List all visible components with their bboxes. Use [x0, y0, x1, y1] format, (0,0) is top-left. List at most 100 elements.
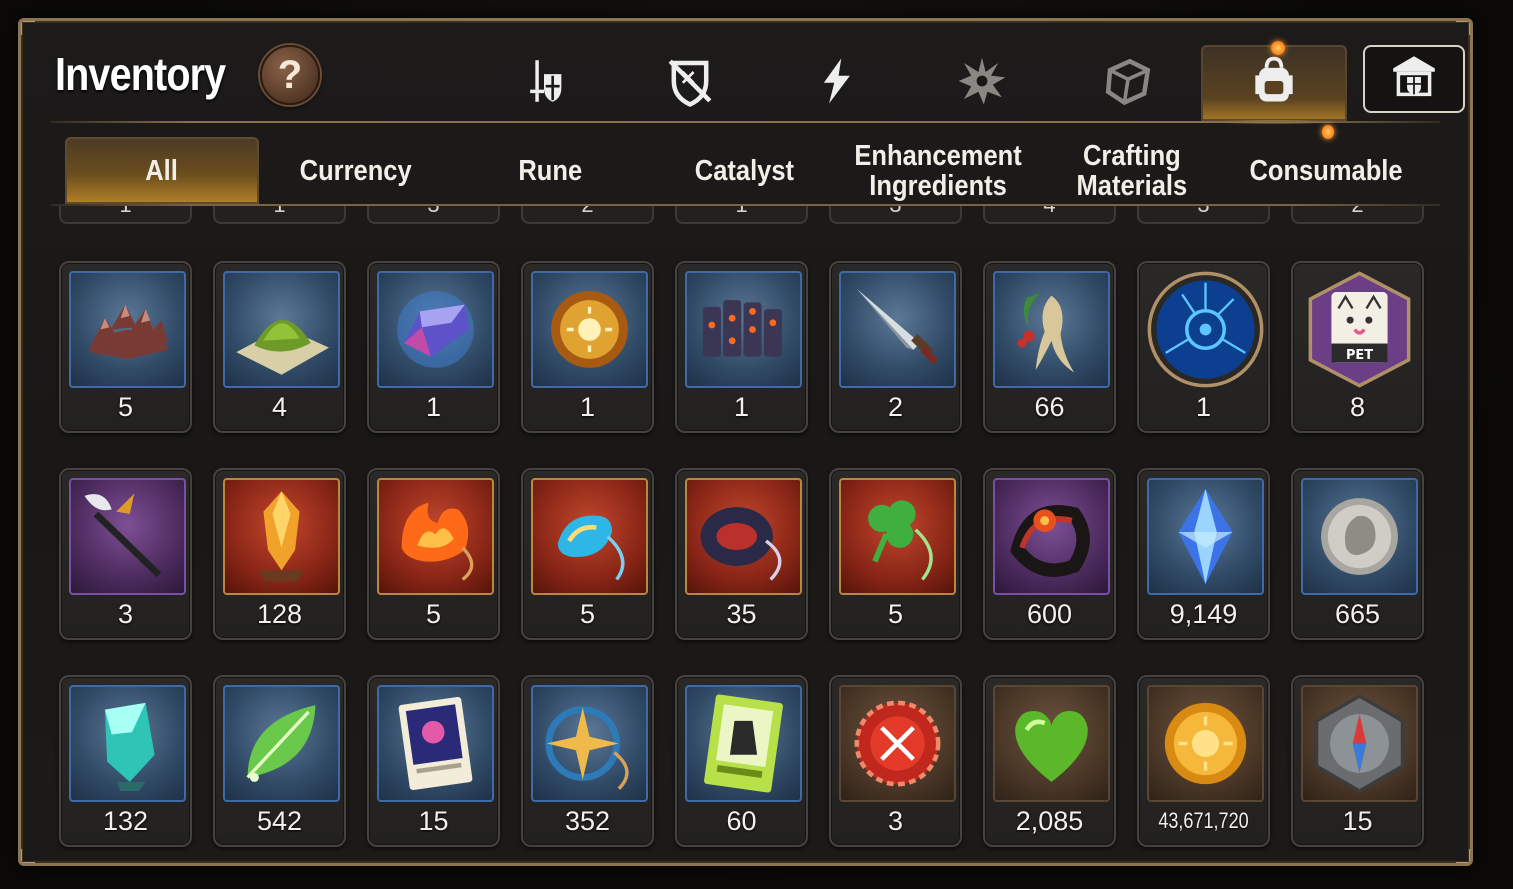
- item-slot[interactable]: 132: [59, 675, 192, 847]
- item-row: 132 542 15 352 60 3 2,085 43,671,720 15: [59, 675, 1424, 847]
- item-slot[interactable]: 5: [521, 468, 654, 640]
- item-slot[interactable]: 128: [213, 468, 346, 640]
- item-count: 1: [1195, 392, 1212, 422]
- item-slot[interactable]: 352: [521, 675, 654, 847]
- item-slot[interactable]: 1: [521, 261, 654, 433]
- burst-icon: [955, 54, 1009, 113]
- tab-rune[interactable]: Rune: [453, 137, 647, 204]
- item-slot[interactable]: 15: [367, 675, 500, 847]
- nav-tab-guild-shield[interactable]: [1363, 45, 1465, 113]
- help-button[interactable]: ?: [260, 45, 320, 105]
- flower-ring-icon: [993, 478, 1110, 595]
- lightning-icon: [810, 55, 862, 112]
- item-count: 2: [1351, 206, 1363, 218]
- item-slot[interactable]: 600: [983, 468, 1116, 640]
- flame-crystal-icon: [223, 478, 340, 595]
- header-divider: [51, 121, 1440, 123]
- item-count: 4: [1043, 206, 1055, 218]
- nav-tab-backpack[interactable]: [1201, 41, 1347, 124]
- item-slot[interactable]: 15: [1291, 675, 1424, 847]
- item-slot[interactable]: 43,671,720: [1137, 675, 1270, 847]
- star-pendant-icon: [531, 685, 648, 802]
- item-count: 132: [102, 806, 149, 836]
- tab-currency[interactable]: Currency: [259, 137, 453, 204]
- item-count: 1: [579, 392, 596, 422]
- item-slot-partial[interactable]: 3: [829, 206, 962, 224]
- item-slot[interactable]: 2,085: [983, 675, 1116, 847]
- blue-gem-icon: [1147, 478, 1264, 595]
- tab-all[interactable]: All: [65, 137, 259, 204]
- silver-coin-icon: [1301, 478, 1418, 595]
- green-card-icon: [685, 685, 802, 802]
- item-slot[interactable]: 4: [213, 261, 346, 433]
- item-count: 352: [564, 806, 611, 836]
- gold-coin-icon: [1147, 685, 1264, 802]
- item-slot[interactable]: 3: [59, 468, 192, 640]
- red-badge-icon: [839, 685, 956, 802]
- item-count: 15: [1342, 806, 1373, 836]
- item-slot[interactable]: PET 8: [1291, 261, 1424, 433]
- item-count: 1: [119, 206, 131, 218]
- scrolled-row: 1 1 3 2 1 3 4 3 2: [59, 206, 1424, 224]
- nav-tab-burst[interactable]: [909, 45, 1055, 121]
- item-row: 3 128 5 5 35 5 600 9,149 665: [59, 468, 1424, 640]
- item-slot[interactable]: 5: [367, 468, 500, 640]
- rune-circle-icon: [1147, 271, 1264, 388]
- sun-coin-icon: [531, 271, 648, 388]
- ginseng-icon: [993, 271, 1110, 388]
- item-slot[interactable]: 60: [675, 675, 808, 847]
- item-count: 542: [256, 806, 303, 836]
- item-slot[interactable]: 1: [675, 261, 808, 433]
- item-slot[interactable]: 5: [59, 261, 192, 433]
- item-count: 60: [726, 806, 757, 836]
- item-slot[interactable]: 1: [1137, 261, 1270, 433]
- item-count: 1: [273, 206, 285, 218]
- item-slot-partial[interactable]: 2: [521, 206, 654, 224]
- item-count: 665: [1334, 599, 1381, 629]
- tab-crafting-materials[interactable]: Crafting Materials: [1035, 137, 1229, 204]
- item-slot-partial[interactable]: 2: [1291, 206, 1424, 224]
- item-count: 66: [1034, 392, 1065, 422]
- item-slot[interactable]: 2: [829, 261, 962, 433]
- feather-wand-icon: [69, 478, 186, 595]
- item-slot[interactable]: 542: [213, 675, 346, 847]
- item-slot[interactable]: 5: [829, 468, 962, 640]
- item-slot[interactable]: 3: [829, 675, 962, 847]
- item-slot-partial[interactable]: 1: [675, 206, 808, 224]
- tab-label: All: [145, 154, 179, 187]
- tab-label: Consumable: [1249, 154, 1403, 187]
- nav-tab-cube[interactable]: [1055, 45, 1201, 121]
- fire-pendant-icon: [377, 478, 494, 595]
- item-slot[interactable]: 9,149: [1137, 468, 1270, 640]
- nav-tab-lightning[interactable]: [763, 45, 909, 121]
- nav-tab-sword-shield[interactable]: [471, 45, 617, 121]
- item-slot-partial[interactable]: 3: [1137, 206, 1270, 224]
- item-count: 5: [425, 599, 442, 629]
- item-count: 3: [427, 206, 439, 218]
- item-slot-partial[interactable]: 3: [367, 206, 500, 224]
- cube-icon: [1101, 54, 1155, 113]
- item-slot[interactable]: 35: [675, 468, 808, 640]
- item-row: 5 4 1 1 1 2 66 1 PET 8: [59, 261, 1424, 433]
- nav-tab-shield-slash[interactable]: [617, 45, 763, 121]
- tab-label: Crafting Materials: [1076, 139, 1188, 202]
- dark-ore-icon: [685, 271, 802, 388]
- panel-corner: [21, 21, 35, 35]
- item-slot[interactable]: 665: [1291, 468, 1424, 640]
- item-count: 2: [887, 392, 904, 422]
- teal-crystal-icon: [69, 685, 186, 802]
- item-count: 3: [889, 206, 901, 218]
- item-grid[interactable]: 113213432 541112661PET83128553556009,149…: [21, 206, 1470, 863]
- green-powder-icon: [223, 271, 340, 388]
- item-slot-partial[interactable]: 1: [213, 206, 346, 224]
- item-count: 5: [117, 392, 134, 422]
- item-slot[interactable]: 1: [367, 261, 500, 433]
- tab-consumable[interactable]: Consumable: [1229, 125, 1423, 204]
- dagger-icon: [839, 271, 956, 388]
- item-slot-partial[interactable]: 1: [59, 206, 192, 224]
- tab-catalyst[interactable]: Catalyst: [647, 137, 841, 204]
- item-slot-partial[interactable]: 4: [983, 206, 1116, 224]
- item-slot[interactable]: 66: [983, 261, 1116, 433]
- tab-enhancement-ingredients[interactable]: Enhancement Ingredients: [841, 137, 1035, 204]
- notification-dot: [1271, 41, 1285, 55]
